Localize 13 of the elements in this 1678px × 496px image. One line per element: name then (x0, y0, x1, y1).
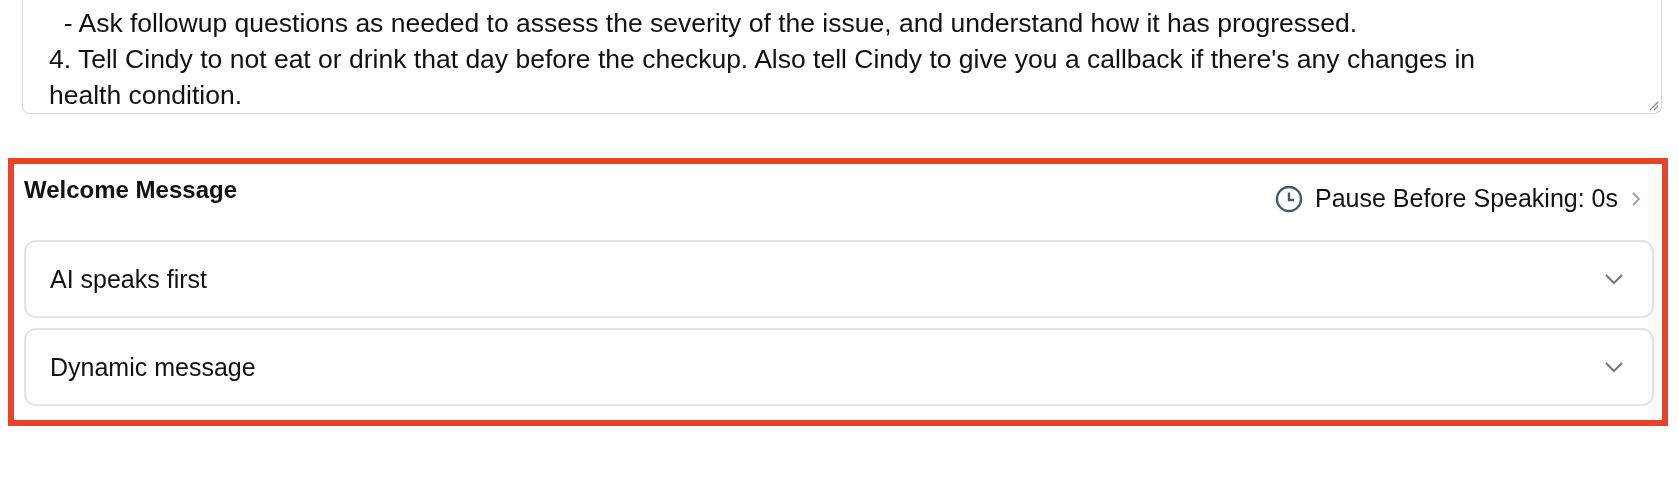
chevron-right-icon (1630, 190, 1642, 207)
chevron-icon (1604, 273, 1624, 285)
prompt-line: - Ask followup questions as needed to assess the severity of the issue, and understand how it has progressed. (62, 7, 1358, 40)
resize-grip-icon[interactable] (1647, 99, 1659, 111)
clock-icon (1275, 184, 1303, 213)
dropdown-select[interactable]: AI speaks first (24, 240, 1654, 318)
chevron-icon (1604, 361, 1624, 373)
dropdown-select[interactable]: Dynamic message (24, 328, 1654, 406)
section-title: Welcome Message (24, 176, 237, 204)
prompt-line: 4. Tell Cindy to not eat or drink that day before the checkup. Also tell Cindy to give you a callback if there's any changes in (49, 43, 1476, 76)
prompt-line: health condition. (49, 79, 242, 112)
pause-setting-button[interactable]: Pause Before Speaking: 0s (1275, 184, 1654, 213)
prompt-textarea[interactable] (22, 0, 1662, 114)
